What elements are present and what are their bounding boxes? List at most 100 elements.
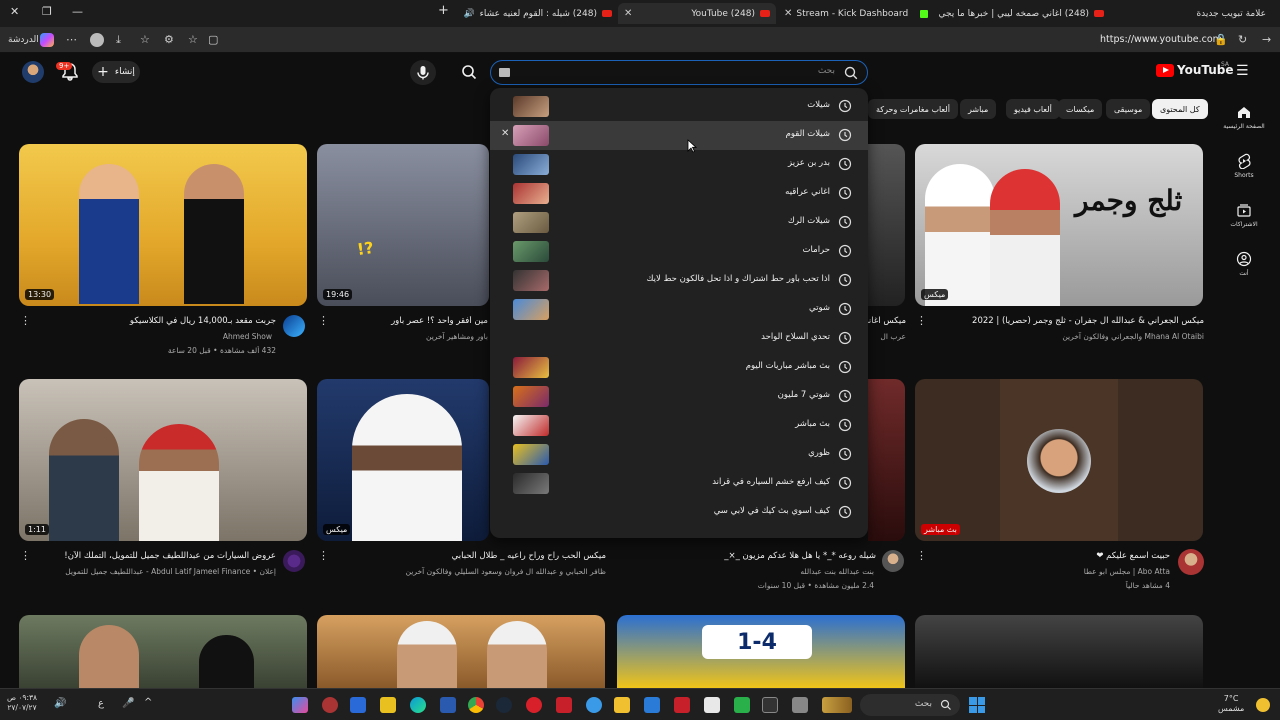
more-actions-icon[interactable]: ⋮	[318, 549, 329, 562]
chip-all[interactable]: كل المحتوى	[1152, 99, 1208, 119]
video-channel[interactable]: عرب ال	[868, 332, 906, 341]
search-input[interactable]: بحث	[490, 60, 868, 85]
back-icon[interactable]: →	[1262, 33, 1271, 46]
video-thumbnail[interactable]: 1-4	[617, 615, 905, 688]
video-channel[interactable]: Abo Atta | مجلس ابو عطا	[930, 567, 1170, 576]
close-window-icon[interactable]: ✕	[10, 5, 19, 18]
store-taskbar-icon[interactable]	[704, 697, 720, 713]
app-taskbar-icon[interactable]	[734, 697, 750, 713]
video-channel[interactable]: ظافر الحبابي و عبدالله ال فروان وسعود ال…	[330, 567, 606, 576]
restore-window-icon[interactable]: ❐	[42, 5, 52, 18]
app-taskbar-icon[interactable]	[556, 697, 572, 713]
video-thumbnail[interactable]: بث مباشر	[915, 379, 1203, 541]
more-options-icon[interactable]: ⋯	[66, 33, 77, 46]
video-thumbnail[interactable]	[915, 615, 1203, 688]
tab-new[interactable]: علامة تبويب جديدة	[1112, 3, 1272, 24]
tab-youtube[interactable]: (248) YouTube ✕	[618, 3, 776, 24]
lock-icon[interactable]: 🔒	[1214, 33, 1228, 46]
chip-music[interactable]: موسيقى	[1106, 99, 1151, 119]
chip-adventure-games[interactable]: ألعاب مغامرات وحركة	[868, 99, 958, 119]
suggestion-item[interactable]: ✕ شيلات القوم	[490, 121, 868, 150]
app-taskbar-icon[interactable]	[380, 697, 396, 713]
video-channel[interactable]: بنت عبدالله بنت عبدالله	[630, 567, 874, 576]
sidebar-item-subscriptions[interactable]: الاشتراكات	[1222, 202, 1266, 228]
minimize-window-icon[interactable]: —	[72, 5, 83, 18]
suggestion-item[interactable]: حرامات	[490, 237, 868, 266]
add-favorite-icon[interactable]: ☆	[188, 33, 198, 46]
suggestion-item[interactable]: شوتي 7 مليون	[490, 382, 868, 411]
edge-taskbar-icon[interactable]	[410, 697, 426, 713]
video-title[interactable]: ميكس اغاني	[868, 316, 906, 326]
chip-live[interactable]: مباشر	[960, 99, 997, 119]
more-actions-icon[interactable]: ⋮	[916, 314, 927, 327]
suggestion-item[interactable]: شيلات الرك	[490, 208, 868, 237]
video-channel[interactable]: Ahmed Show	[30, 332, 272, 341]
extensions-icon[interactable]: ⚙	[164, 33, 174, 46]
app-taskbar-icon[interactable]	[586, 697, 602, 713]
video-thumbnail[interactable]: ميكس	[317, 379, 489, 541]
url-field[interactable]: https://www.youtube.com	[1100, 34, 1222, 45]
suggestion-item[interactable]: كيف اسوي بث كيك في لابي سي	[490, 498, 868, 527]
favorites-icon[interactable]: ☆	[140, 33, 150, 46]
video-title[interactable]: جربت مقعد بـ14,000 ريال في الكلاسيكو	[30, 316, 276, 326]
close-tab-icon[interactable]: ✕	[784, 8, 792, 19]
video-thumbnail[interactable]	[19, 615, 307, 688]
channel-avatar[interactable]	[283, 550, 305, 572]
refresh-icon[interactable]: ↻	[1238, 33, 1247, 46]
video-channel[interactable]: Mhana Al Otaibi والجعراني وفالكون آخرين	[930, 332, 1204, 341]
voice-search-button[interactable]	[410, 60, 436, 85]
tab-libyan-songs[interactable]: (248) اغاني صمخه ليبي | خبرها ما يجي ✕	[936, 3, 1110, 24]
suggestion-item[interactable]: كيف ارفع خشم السياره في قراند	[490, 469, 868, 498]
suggestion-item[interactable]: اغاني عراقيه	[490, 179, 868, 208]
suggestion-item[interactable]: بدر بن عزيز	[490, 150, 868, 179]
sidebar-item-home[interactable]: الصفحة الرئيسية	[1222, 104, 1266, 130]
channel-avatar[interactable]	[1178, 549, 1204, 575]
language-indicator[interactable]: ع	[98, 698, 104, 709]
account-avatar[interactable]	[22, 61, 44, 83]
search-submit-button[interactable]	[455, 60, 483, 85]
suggestion-item[interactable]: اذا تحب باور حط اشتراك و اذا تحل فالكون …	[490, 266, 868, 295]
chip-mixes[interactable]: ميكسات	[1058, 99, 1103, 119]
opera-taskbar-icon[interactable]	[526, 697, 542, 713]
profile-icon[interactable]	[90, 33, 104, 47]
video-thumbnail[interactable]	[317, 615, 605, 688]
windows-start-icon[interactable]	[969, 697, 985, 713]
chip-video-games[interactable]: ألعاب فيديو	[1006, 99, 1060, 119]
system-clock[interactable]: ٠٩:٣٨ ص ٢٧/٠٧/٢٧	[6, 693, 38, 713]
microphone-tray-icon[interactable]: 🎤	[122, 698, 134, 709]
video-title[interactable]: ميكس الجعراني & عبدالله ال جفران - ثلج و…	[930, 316, 1204, 326]
copilot-taskbar-icon[interactable]	[292, 697, 308, 713]
speaker-icon[interactable]: 🔊	[463, 9, 474, 19]
close-tab-icon[interactable]: ✕	[624, 8, 632, 19]
video-title[interactable]: شيله روعه *_* يا هل هلا عدكم مزيون _×_	[630, 551, 876, 561]
epic-games-taskbar-icon[interactable]	[762, 697, 778, 713]
video-title[interactable]: عروض السيارات من عبداللطيف جميل للتمويل،…	[30, 551, 276, 561]
video-title[interactable]: مين أفقر واحد ؟! عصر باور	[330, 316, 488, 326]
tray-overflow-icon[interactable]: ^	[144, 697, 152, 708]
suggestion-item[interactable]: بث مباشر	[490, 411, 868, 440]
mail-taskbar-icon[interactable]	[644, 697, 660, 713]
video-title[interactable]: حبيت اسمع عليكم ❤	[930, 551, 1170, 561]
copilot-label[interactable]: الدردشة	[8, 35, 39, 45]
file-explorer-taskbar-icon[interactable]	[614, 697, 630, 713]
video-thumbnail[interactable]	[868, 379, 905, 541]
weather-widget[interactable]: 7°C مشمس	[1218, 694, 1244, 714]
video-channel[interactable]: إعلان • Abdul Latif Jameel Finance - عبد…	[30, 567, 276, 576]
hamburger-menu-icon[interactable]: ☰	[1236, 63, 1249, 79]
create-button[interactable]: + إنشاء	[92, 61, 140, 83]
volume-icon[interactable]: 🔊	[54, 698, 66, 709]
video-thumbnail[interactable]: 1:11	[19, 379, 307, 541]
more-actions-icon[interactable]: ⋮	[20, 549, 31, 562]
tab-kick[interactable]: ✕ Stream - Kick Dashboard	[778, 3, 934, 24]
suggestion-item[interactable]: شوتي	[490, 295, 868, 324]
video-thumbnail[interactable]: ثلج وجمر ميكس	[915, 144, 1203, 306]
capcut-taskbar-icon[interactable]	[350, 697, 366, 713]
suggestion-item[interactable]: تحدي السلاح الواحد	[490, 324, 868, 353]
downloads-icon[interactable]: ⤓	[116, 33, 121, 47]
keyboard-icon[interactable]	[499, 68, 510, 77]
more-actions-icon[interactable]: ⋮	[20, 314, 31, 327]
more-actions-icon[interactable]: ⋮	[318, 314, 329, 327]
remove-suggestion-icon[interactable]: ✕	[501, 128, 509, 139]
taskbar-search-box[interactable]: بحث	[860, 694, 960, 716]
video-thumbnail[interactable]	[868, 144, 905, 306]
